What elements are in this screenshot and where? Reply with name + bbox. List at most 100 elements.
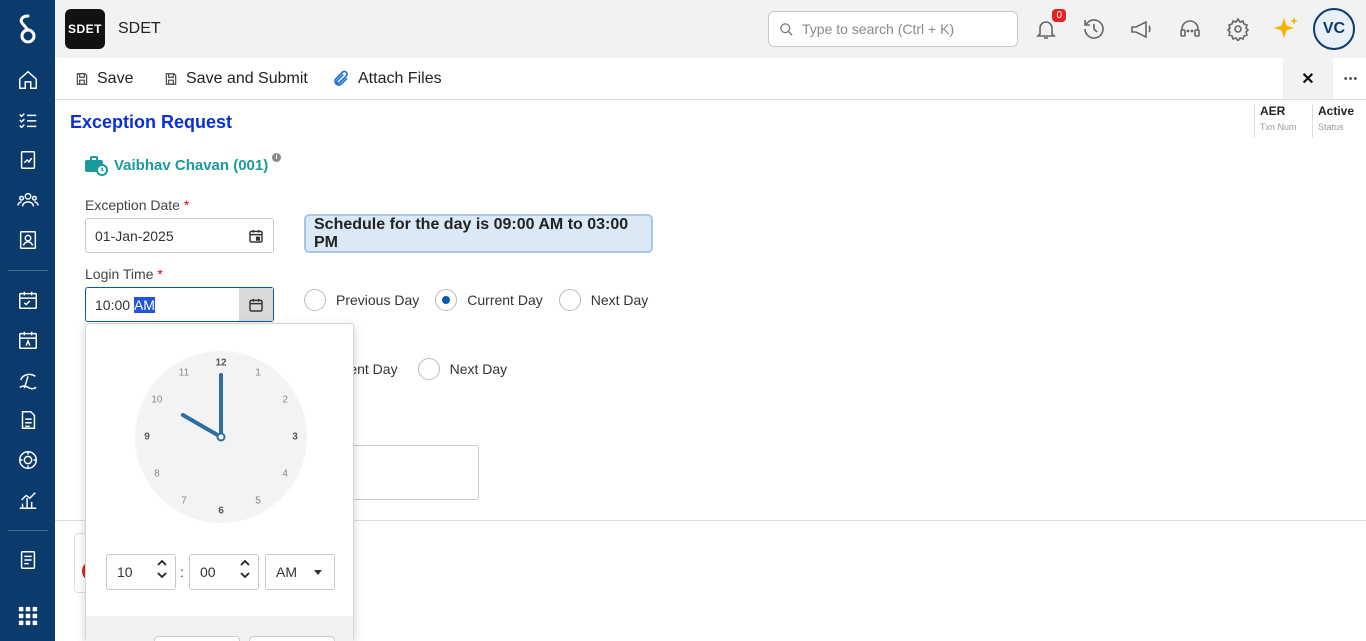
radio-circle-checked[interactable] — [435, 289, 458, 311]
picker-set-button[interactable] — [154, 636, 240, 641]
close-icon: ✕ — [1301, 70, 1315, 88]
support-headset-icon[interactable] — [1176, 15, 1204, 43]
history-icon[interactable] — [1080, 15, 1108, 43]
announcement-icon[interactable] — [1128, 15, 1156, 43]
sidebar-divider — [8, 270, 48, 271]
clock-number[interactable]: 6 — [218, 506, 224, 517]
clock-face[interactable]: 121234567891011 — [135, 351, 307, 523]
app-name: SDET — [118, 20, 161, 37]
attach-files-button[interactable]: Attach Files — [332, 68, 442, 90]
clock-number[interactable]: 1 — [255, 367, 261, 378]
minute-value: 00 — [200, 564, 216, 580]
leave-icon[interactable] — [14, 368, 42, 392]
radio-label: Next Day — [449, 361, 508, 377]
sidebar — [0, 0, 55, 641]
clock-number[interactable]: 12 — [215, 358, 227, 369]
notifications-button[interactable]: 0 — [1032, 9, 1066, 43]
txn-num-label: Txn Num — [1260, 122, 1297, 132]
hour-value: 10 — [117, 564, 133, 580]
app-badge[interactable]: SDET — [65, 9, 105, 49]
txn-num-value: AER — [1260, 104, 1286, 118]
txn-num-meta: AER Txn Num — [1254, 104, 1312, 138]
save-and-submit-button[interactable]: Save and Submit — [164, 68, 308, 90]
exception-date-label: Exception Date * — [85, 197, 190, 213]
save-label: Save — [97, 70, 134, 87]
increment-arrow-icon[interactable] — [240, 559, 250, 567]
briefcase-clock-icon — [85, 156, 108, 176]
ai-sparkle-icon[interactable] — [1272, 15, 1300, 43]
status-value: Active — [1318, 104, 1355, 118]
search-input[interactable] — [802, 21, 1002, 37]
calendar-icon[interactable] — [14, 328, 42, 352]
am-pm-dropdown[interactable]: AM — [265, 554, 335, 590]
user-avatar[interactable]: VC — [1313, 8, 1355, 50]
save-disk-icon — [165, 73, 177, 85]
performance-icon[interactable] — [14, 488, 42, 512]
radio-current-day[interactable]: Current Day — [435, 289, 543, 311]
date-picker-button[interactable] — [239, 219, 273, 252]
exception-date-field[interactable]: 01-Jan-2025 — [85, 218, 274, 253]
time-picker-button[interactable] — [239, 288, 273, 321]
login-time-period-selected: AM — [133, 296, 155, 313]
document-icon[interactable] — [14, 408, 42, 432]
radio-label: Next Day — [590, 292, 649, 308]
status-meta: Active Status — [1312, 104, 1366, 138]
clock-number[interactable]: 3 — [292, 432, 298, 443]
clock-number[interactable]: 4 — [282, 469, 288, 480]
attach-files-label: Attach Files — [358, 70, 442, 87]
people-icon[interactable] — [14, 188, 42, 212]
radio-previous-day[interactable]: Previous Day — [304, 289, 419, 311]
sidebar-divider — [8, 530, 48, 531]
page-title: Exception Request — [70, 112, 233, 132]
task-list-icon[interactable] — [14, 108, 42, 132]
time-picker-popup: 12 1 2 3 4 5 6 7 8 9 10 11 10 : 00 AM — [85, 323, 354, 641]
save-and-submit-label: Save and Submit — [186, 70, 308, 87]
info-icon[interactable]: i — [272, 153, 281, 162]
apps-grid-icon[interactable] — [14, 604, 42, 628]
search-box[interactable] — [768, 11, 1018, 47]
tracking-icon[interactable] — [14, 448, 42, 472]
period-value: AM — [276, 564, 297, 580]
settings-gear-icon[interactable] — [1224, 15, 1252, 43]
calendar-icon — [249, 229, 263, 243]
payslip-icon[interactable] — [14, 548, 42, 572]
close-button[interactable]: ✕ — [1283, 58, 1333, 99]
save-button[interactable]: Save — [75, 68, 133, 90]
login-time-label: Login Time * — [85, 266, 163, 282]
picker-cancel-button[interactable] — [249, 636, 335, 641]
minute-spinner[interactable]: 00 — [189, 554, 259, 590]
exception-date-value: 01-Jan-2025 — [95, 227, 174, 244]
contact-card-icon[interactable] — [14, 228, 42, 252]
decrement-arrow-icon[interactable] — [240, 571, 250, 579]
calendar-icon — [249, 298, 263, 312]
clock-number[interactable]: 10 — [151, 395, 163, 406]
login-time-hours: 10:00 — [95, 296, 131, 313]
radio-circle[interactable] — [304, 289, 326, 311]
login-time-field[interactable]: 10:00 AM — [85, 287, 274, 322]
hour-spinner[interactable]: 10 — [106, 554, 176, 590]
clock-number[interactable]: 9 — [144, 432, 150, 443]
clock-number[interactable]: 8 — [154, 469, 160, 480]
schedule-info-banner: Schedule for the day is 09:00 AM to 03:0… — [304, 214, 653, 253]
increment-arrow-icon[interactable] — [157, 559, 167, 567]
report-icon[interactable] — [14, 148, 42, 172]
radio-circle[interactable] — [417, 358, 440, 380]
chevron-down-icon — [314, 570, 322, 575]
attendance-icon[interactable] — [14, 288, 42, 312]
more-options-button[interactable]: ••• — [1339, 68, 1363, 90]
clock-number[interactable]: 5 — [255, 496, 261, 507]
brand-logo-icon[interactable] — [14, 12, 42, 44]
clock-number[interactable]: 11 — [179, 367, 190, 378]
clock-number[interactable]: 7 — [181, 496, 187, 507]
radio-next-day[interactable]: Next Day — [558, 289, 649, 311]
radio-label: Current Day — [467, 292, 543, 308]
radio-next-day[interactable]: Next Day — [417, 358, 508, 380]
clock-number[interactable]: 2 — [282, 395, 288, 406]
status-label: Status — [1318, 122, 1344, 132]
more-dots-icon: ••• — [1343, 73, 1359, 85]
decrement-arrow-icon[interactable] — [157, 571, 167, 579]
radio-circle[interactable] — [558, 289, 581, 311]
home-icon[interactable] — [14, 68, 42, 92]
employee-name[interactable]: Vaibhav Chavan (001) — [114, 157, 268, 174]
notification-count-badge: 0 — [1052, 9, 1066, 22]
